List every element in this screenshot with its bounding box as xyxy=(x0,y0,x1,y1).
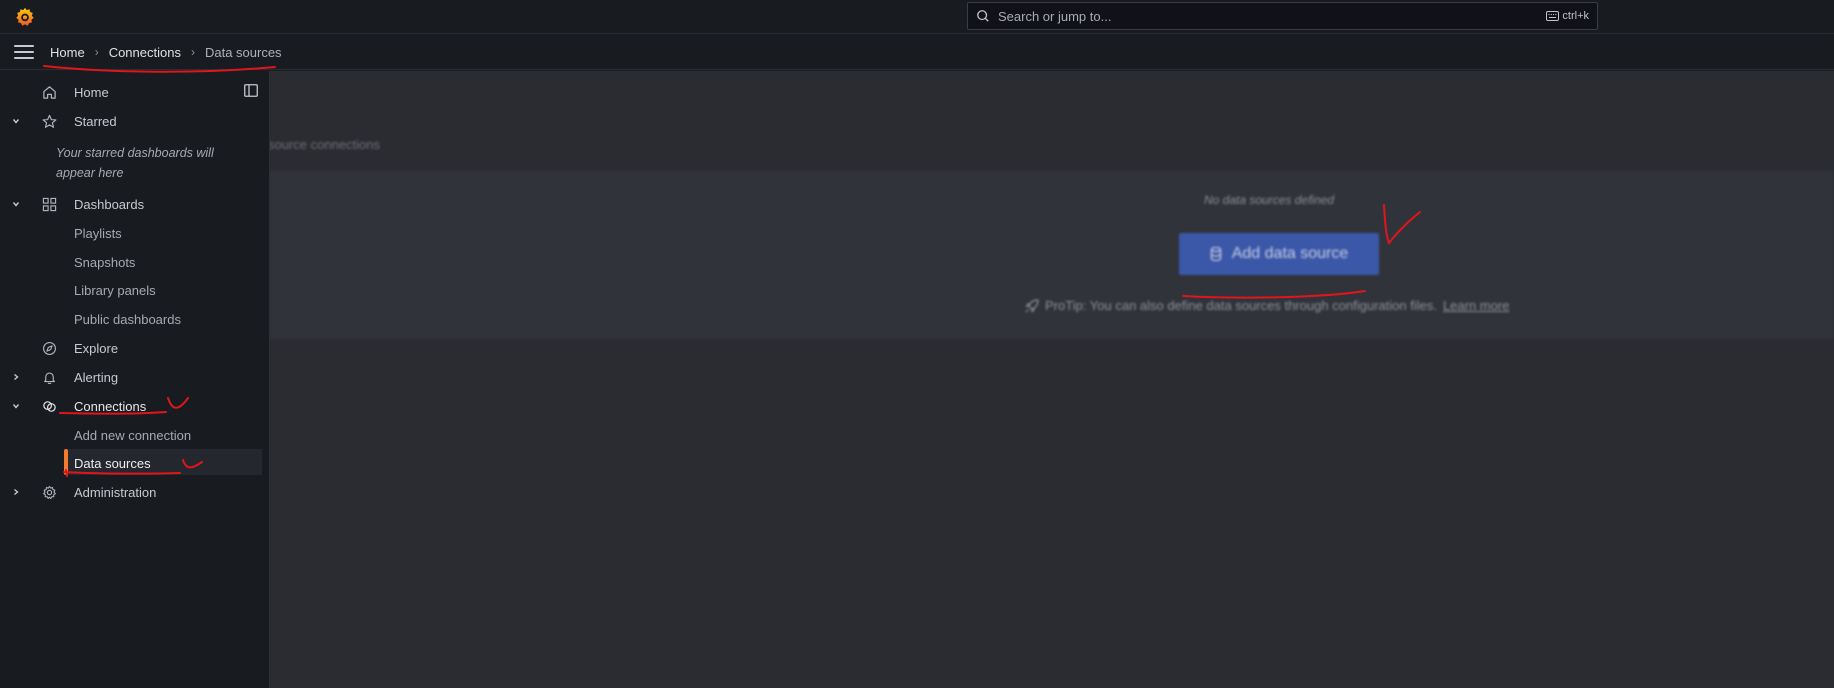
sidebar-item-alerting[interactable]: Alerting xyxy=(0,365,262,389)
chevron-right-icon[interactable] xyxy=(11,487,21,497)
sidebar-item-label: Administration xyxy=(74,484,157,500)
sidebar-item-explore[interactable]: Explore xyxy=(0,336,262,360)
search-input[interactable]: Search or jump to... ctrl+k xyxy=(967,2,1598,30)
empty-state-panel xyxy=(268,171,1834,339)
star-icon xyxy=(42,114,57,128)
sidebar-item-label: Public dashboards xyxy=(74,311,181,327)
link-icon xyxy=(43,400,56,412)
menu-icon[interactable] xyxy=(14,45,34,59)
breadcrumb-data-sources: Data sources xyxy=(204,44,282,60)
search-icon xyxy=(977,10,989,22)
sidebar-item-home[interactable]: Home xyxy=(0,80,262,104)
add-data-source-button[interactable]: Add data source xyxy=(1179,233,1379,275)
sidebar-item-label: Snapshots xyxy=(74,254,136,270)
add-data-source-label: Add data source xyxy=(1231,245,1349,262)
sidebar-item-administration[interactable]: Administration xyxy=(0,480,262,504)
starred-empty-message: Your starred dashboards will appear here xyxy=(56,146,214,180)
protip-text: ProTip: You can also define data sources… xyxy=(1045,298,1437,313)
sidebar-item-label: Library panels xyxy=(74,282,156,298)
chevron-down-icon[interactable] xyxy=(11,401,21,411)
sidebar-item-data-sources[interactable]: Data sources xyxy=(0,451,262,475)
sidebar-item-connections[interactable]: Connections xyxy=(0,394,262,418)
sidebar-menu: Home Starred Your starred dashboards wil… xyxy=(0,71,270,688)
chevron-down-icon[interactable] xyxy=(11,116,21,126)
chevron-down-icon[interactable] xyxy=(11,199,21,209)
breadcrumb-bar: Home › Connections › Data sources xyxy=(0,35,1834,70)
sidebar-item-label: Playlists xyxy=(74,225,122,241)
chevron-right-icon[interactable] xyxy=(11,372,21,382)
breadcrumb-chevron-icon: › xyxy=(190,45,195,59)
sidebar-item-snapshots[interactable]: Snapshots xyxy=(0,250,262,274)
sidebar-item-label: Data sources xyxy=(74,455,151,471)
protip: ProTip: You can also define data sources… xyxy=(1025,298,1509,313)
home-icon xyxy=(43,85,56,99)
breadcrumb-home[interactable]: Home xyxy=(50,45,85,60)
keyboard-icon xyxy=(1546,11,1560,21)
gear-icon xyxy=(43,485,56,499)
learn-more-link[interactable]: Learn more xyxy=(1443,298,1509,313)
compass-icon xyxy=(43,341,56,355)
sidebar-item-playlists[interactable]: Playlists xyxy=(0,221,262,245)
sidebar-item-starred[interactable]: Starred xyxy=(0,109,262,133)
sidebar-item-label: Connections xyxy=(74,398,147,414)
sidebar-item-dashboards[interactable]: Dashboards xyxy=(0,192,262,216)
bell-icon xyxy=(44,371,55,384)
sidebar-item-label: Add new connection xyxy=(74,427,192,443)
database-icon xyxy=(1210,247,1221,261)
top-bar: Search or jump to... ctrl+k xyxy=(0,0,1834,34)
sidebar-item-label: Explore xyxy=(74,340,119,356)
sidebar-item-library-panels[interactable]: Library panels xyxy=(0,278,262,302)
rocket-icon xyxy=(1025,298,1039,313)
shortcut-text: ctrl+k xyxy=(1562,10,1589,22)
page-subtitle: source connections xyxy=(268,137,381,152)
sidebar-item-add-new-connection[interactable]: Add new connection xyxy=(0,423,262,447)
breadcrumb-chevron-icon: › xyxy=(94,45,99,59)
apps-icon xyxy=(42,197,57,211)
breadcrumb-connections[interactable]: Connections xyxy=(109,45,181,60)
grafana-logo-icon[interactable] xyxy=(14,6,36,28)
sidebar-item-public-dashboards[interactable]: Public dashboards xyxy=(0,307,262,331)
sidebar-item-label: Home xyxy=(74,84,109,100)
sidebar-item-label: Dashboards xyxy=(74,196,145,212)
main-content-blurred: source connections No data sources defin… xyxy=(0,71,1834,688)
empty-state-title: No data sources defined xyxy=(1204,193,1335,207)
sidebar-item-label: Starred xyxy=(74,113,117,129)
search-placeholder: Search or jump to... xyxy=(998,8,1112,24)
sidebar-item-label: Alerting xyxy=(74,369,119,385)
main-content: source connections No data sources defin… xyxy=(0,71,1834,688)
shortcut-hint: ctrl+k xyxy=(1546,10,1589,22)
